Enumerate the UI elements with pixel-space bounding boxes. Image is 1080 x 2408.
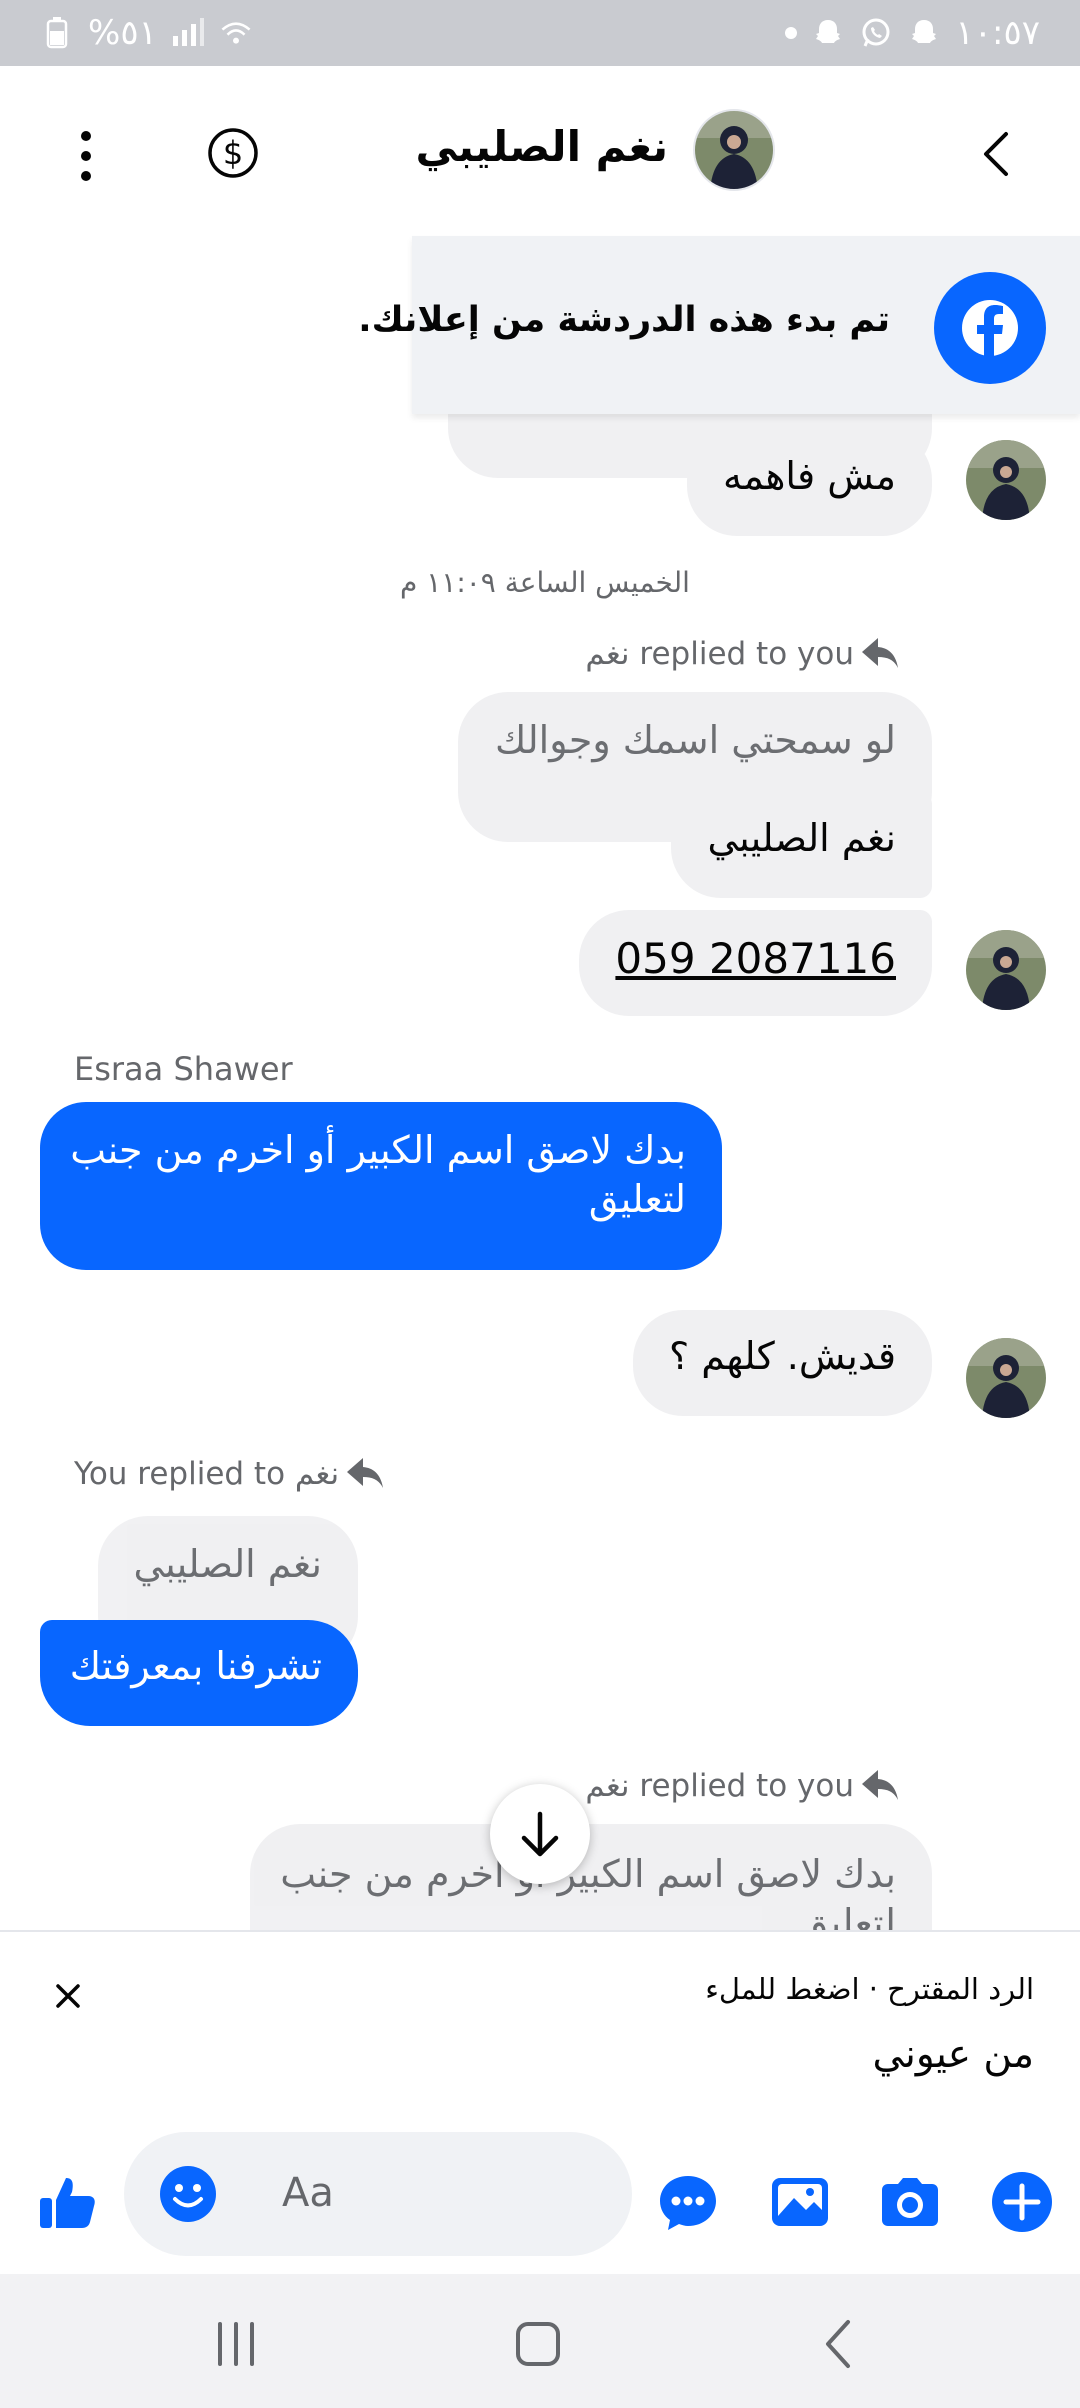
suggested-reply-text[interactable]: من عيوني <box>872 2032 1034 2077</box>
battery-icon <box>40 16 74 50</box>
contact-avatar-small[interactable] <box>966 930 1046 1010</box>
reply-message-bubble[interactable]: نغم الصليبي <box>671 792 932 898</box>
clock: ١٠:٥٧ <box>955 13 1040 53</box>
snapchat-icon <box>811 16 845 50</box>
contact-avatar-small[interactable] <box>966 440 1046 520</box>
add-icon[interactable] <box>990 2170 1054 2234</box>
facebook-logo-icon <box>934 272 1046 384</box>
reply-arrow-icon <box>862 638 898 668</box>
ad-origin-banner: تم بدء هذه الدردشة من إعلانك. <box>358 236 1080 414</box>
like-icon[interactable] <box>36 2170 100 2234</box>
arrow-down-icon <box>521 1811 559 1857</box>
dot-icon <box>785 27 798 39</box>
contact-avatar[interactable] <box>692 108 776 192</box>
whatsapp-icon <box>859 16 893 50</box>
svg-text:$: $ <box>223 134 243 172</box>
reply-label-text: نغم replied to you <box>585 1768 854 1804</box>
ad-banner-text: تم بدء هذه الدردشة من إعلانك. <box>358 300 890 340</box>
reply-arrow-icon <box>862 1770 898 1800</box>
scroll-to-bottom-button[interactable] <box>490 1784 590 1884</box>
message-text: مش فاهمه <box>722 454 896 498</box>
wifi-icon <box>219 16 253 50</box>
sender-name: Esraa Shawer <box>74 1050 293 1088</box>
quoted-text-line2: لتعليق <box>798 1901 896 1930</box>
contact-name[interactable]: نغم الصليبي <box>415 122 668 171</box>
quoted-text: لو سمحتي اسمك وجوالك <box>495 718 896 762</box>
dollar-icon[interactable]: $ <box>206 126 260 180</box>
back-nav-icon[interactable] <box>810 2316 870 2372</box>
status-left: %٥١ <box>40 13 253 53</box>
emoji-icon[interactable] <box>158 2164 218 2224</box>
message-text-line1: بدك لاصق اسم الكبير أو اخرم من جنب <box>70 1128 686 1172</box>
reply-indicator: نغم replied to you <box>585 636 900 672</box>
back-arrow-icon[interactable] <box>970 126 1018 182</box>
message-text: تشرفنا بمعرفتك <box>69 1644 322 1688</box>
close-icon[interactable] <box>50 1978 86 2014</box>
home-icon[interactable] <box>508 2316 568 2372</box>
quoted-text: نغم الصليبي <box>133 1542 322 1586</box>
camera-icon[interactable] <box>878 2170 942 2234</box>
suggested-reply-panel: الرد المقترح · اضغط للملء من عيوني <box>0 1930 1080 2126</box>
more-options-icon[interactable] <box>62 124 110 188</box>
system-nav-bar <box>0 2274 1080 2408</box>
message-bubble-incoming[interactable]: مش فاهمه <box>686 430 932 536</box>
message-input[interactable]: Aa <box>124 2132 632 2256</box>
status-right: ١٠:٥٧ <box>785 13 1040 53</box>
suggested-reply-label: الرد المقترح · اضغط للملء <box>705 1972 1034 2006</box>
message-bubble-incoming[interactable]: قديش. كلهم ؟ <box>632 1310 932 1416</box>
reply-label-text: نغم replied to you <box>585 636 854 672</box>
phone-link-bubble[interactable]: 059 2087116 <box>579 910 932 1016</box>
message-bubble-outgoing[interactable]: تشرفنا بمعرفتك <box>40 1620 358 1726</box>
recent-apps-icon[interactable] <box>206 2316 266 2372</box>
chat-header: $ نغم الصليبي <box>0 66 1080 238</box>
reply-arrow-icon <box>347 1458 384 1488</box>
chat-bubble-icon[interactable] <box>656 2170 720 2234</box>
status-bar: %٥١ ١٠:٥٧ <box>0 0 1080 66</box>
reply-indicator: نغم replied to you <box>585 1768 900 1804</box>
message-input-placeholder: Aa <box>282 2170 334 2216</box>
message-bubble-outgoing[interactable]: بدك لاصق اسم الكبير أو اخرم من جنب لتعلي… <box>40 1102 722 1270</box>
gallery-icon[interactable] <box>768 2170 832 2234</box>
message-thread[interactable]: مش فاهمه الخميس الساعة ١١:٠٩ م نغم repli… <box>0 414 1080 1930</box>
timestamp: الخميس الساعة ١١:٠٩ م <box>400 566 690 599</box>
quoted-text-line1: بدك لاصق اسم الكبير أو اخرم من جنب <box>280 1852 896 1896</box>
battery-level: %٥١ <box>88 13 157 53</box>
message-composer: Aa <box>0 2126 1080 2274</box>
quoted-message[interactable]: بدك لاصق اسم الكبير أو اخرم من جنب لتعلي… <box>250 1824 932 1930</box>
message-text: قديش. كلهم ؟ <box>668 1334 896 1378</box>
reply-indicator: You replied to نغم <box>74 1456 385 1492</box>
contact-avatar-small[interactable] <box>966 1338 1046 1418</box>
snapchat-icon-2 <box>907 16 941 50</box>
phone-link[interactable]: 059 2087116 <box>615 934 896 983</box>
reply-label-text: You replied to نغم <box>74 1456 340 1492</box>
signal-icon <box>171 16 205 50</box>
message-text-line2: لتعليق <box>588 1177 686 1222</box>
message-text: نغم الصليبي <box>707 816 896 860</box>
